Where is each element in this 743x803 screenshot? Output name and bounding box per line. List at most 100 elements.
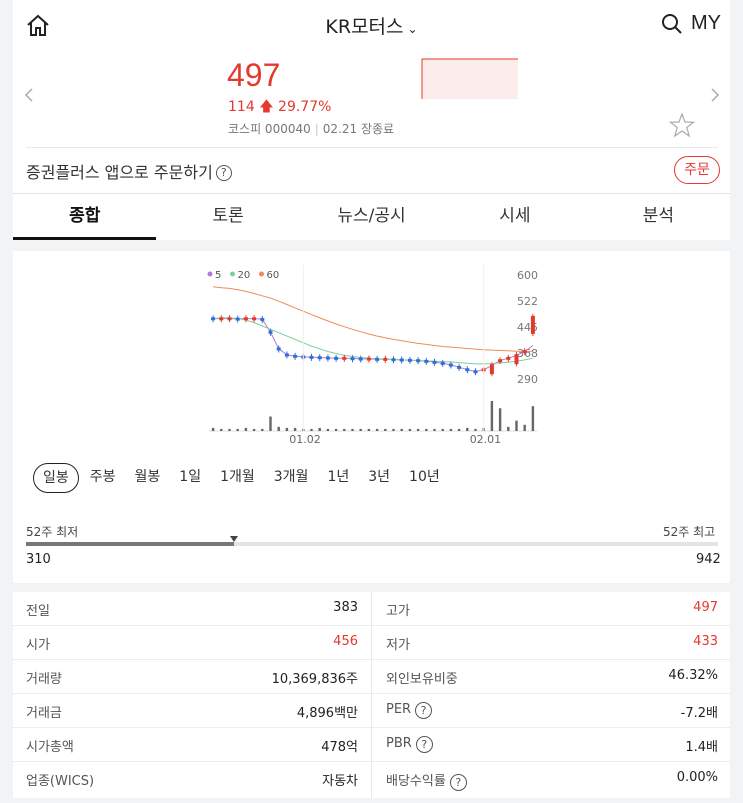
- tab-quotes[interactable]: 시세: [443, 194, 586, 240]
- period-10y[interactable]: 10년: [401, 463, 448, 493]
- x-tick-label: 02.01: [470, 433, 502, 446]
- favorite-star-icon[interactable]: [669, 112, 695, 138]
- candle: [317, 356, 322, 360]
- volume-bar: [498, 408, 502, 431]
- info-value: 433: [693, 634, 718, 649]
- period-1m[interactable]: 1개월: [212, 463, 263, 493]
- candle: [530, 315, 535, 334]
- info-value: 자동차: [322, 774, 358, 789]
- current-price: 497: [227, 57, 281, 93]
- period-selector: 일봉 주봉 월봉 1일 1개월 3개월 1년 3년 10년: [33, 463, 451, 493]
- info-row: PBR? 1.4배: [372, 728, 730, 762]
- candle: [350, 357, 355, 361]
- candle: [440, 361, 445, 365]
- info-row: 전일 383: [13, 592, 371, 626]
- candle: [243, 317, 248, 321]
- y-tick-label: 522: [517, 295, 538, 308]
- price-change: 114 🡅 29.77%: [228, 96, 331, 120]
- candle: [448, 363, 453, 367]
- candle: [284, 353, 289, 357]
- y-tick-label: 600: [517, 269, 538, 282]
- volume-bar: [261, 428, 264, 431]
- 52w-range-fill: [26, 542, 234, 546]
- period-1y[interactable]: 1년: [319, 463, 357, 493]
- info-row: 시가총액 478억: [13, 728, 371, 762]
- period-daily[interactable]: 일봉: [33, 463, 79, 493]
- info-label: 시가총액: [26, 736, 74, 755]
- volume-bar: [425, 428, 428, 431]
- info-column-right: 고가 497 저가 433 외인보유비중 46.32% PER? -7.2배 PBR? 1.4배 배…: [372, 592, 730, 796]
- info-row: 시가 456: [13, 626, 371, 660]
- volume-bar: [474, 428, 477, 431]
- candle: [260, 317, 265, 321]
- volume-bar: [384, 428, 387, 431]
- volume-bar: [457, 428, 461, 431]
- top-bar: KR모터스 ⌄ MY: [13, 0, 730, 50]
- order-button[interactable]: 주문: [674, 156, 720, 184]
- help-icon[interactable]: ?: [449, 774, 467, 791]
- info-label-text: 저가: [386, 638, 410, 653]
- candle: [325, 356, 330, 360]
- candle: [334, 356, 339, 360]
- volume-bar: [466, 427, 469, 431]
- info-label: 배당수익률?: [386, 770, 467, 791]
- legend-dot: [259, 271, 264, 277]
- legend-label: 60: [267, 270, 280, 281]
- volume-bar: [334, 428, 338, 431]
- volume-bar: [252, 428, 256, 431]
- candle: [276, 347, 281, 351]
- help-icon[interactable]: ?: [415, 702, 433, 719]
- current-price-marker: [229, 536, 238, 542]
- next-stock-arrow-icon[interactable]: [709, 85, 721, 105]
- search-icon[interactable]: [661, 13, 683, 35]
- chevron-down-icon: ⌄: [407, 22, 418, 36]
- candle: [514, 354, 519, 365]
- volume-bar: [293, 427, 297, 431]
- stock-header-card: KR모터스 ⌄ MY 497 114 🡅 29.77% 코스피 000040 | 02…: [13, 0, 730, 240]
- info-label-text: PER: [386, 702, 412, 717]
- candle: [489, 364, 494, 375]
- prev-stock-arrow-icon[interactable]: [23, 85, 35, 105]
- period-3y[interactable]: 3년: [360, 463, 398, 493]
- stock-name: KR모터스: [325, 16, 404, 38]
- period-3m[interactable]: 3개월: [266, 463, 317, 493]
- volume-bar: [228, 428, 231, 431]
- volume-bar: [416, 428, 420, 431]
- tab-discussion[interactable]: 토론: [156, 194, 299, 240]
- help-icon[interactable]: ?: [215, 165, 232, 181]
- my-menu-button[interactable]: MY: [691, 12, 721, 35]
- candle: [211, 317, 216, 321]
- candle: [399, 358, 404, 362]
- price-chart[interactable]: 5 20 60 600522445368290 01.02 02.01: [13, 251, 730, 451]
- period-weekly[interactable]: 주봉: [82, 463, 124, 493]
- volume-bar: [367, 428, 371, 431]
- candle: [235, 317, 240, 321]
- volume-bar: [236, 428, 239, 431]
- info-label: 전일: [26, 600, 50, 619]
- period-1d[interactable]: 1일: [171, 463, 209, 493]
- info-label-text: 외인보유비중: [386, 672, 458, 687]
- app-order-text: 증권플러스 앱으로 주문하기: [26, 163, 213, 182]
- app-order-link[interactable]: 증권플러스 앱으로 주문하기?: [26, 159, 232, 183]
- period-monthly[interactable]: 월봉: [127, 463, 169, 493]
- legend-dot: [230, 271, 235, 277]
- info-label: 업종(WICS): [26, 770, 94, 789]
- candle: [227, 317, 232, 321]
- help-icon[interactable]: ?: [415, 736, 433, 753]
- tab-news[interactable]: 뉴스/공시: [300, 194, 443, 240]
- price-chart-card: 5 20 60 600 522 445 368 290 01.02 02.01 일봉 주봉 월…: [13, 251, 730, 583]
- divider: [26, 147, 718, 148]
- tab-summary[interactable]: 종합: [13, 194, 157, 240]
- tab-analysis[interactable]: 분석: [587, 194, 730, 240]
- info-value: 383: [333, 600, 358, 615]
- info-label-text: 시가: [26, 638, 50, 653]
- info-row: 거래량 10,369,836주: [13, 660, 371, 694]
- stock-name-selector[interactable]: KR모터스 ⌄: [13, 12, 730, 39]
- volume-bar: [343, 428, 346, 431]
- info-value: -7.2배: [680, 706, 718, 721]
- info-column-left: 전일 383 시가 456 거래량 10,369,836주 거래금 4,896백만 시가총액 47…: [13, 592, 371, 796]
- 52w-low-label: 52주 최저: [26, 525, 79, 539]
- y-tick-label: 290: [517, 373, 538, 386]
- volume-bar: [490, 401, 494, 431]
- volume-bar: [507, 426, 510, 431]
